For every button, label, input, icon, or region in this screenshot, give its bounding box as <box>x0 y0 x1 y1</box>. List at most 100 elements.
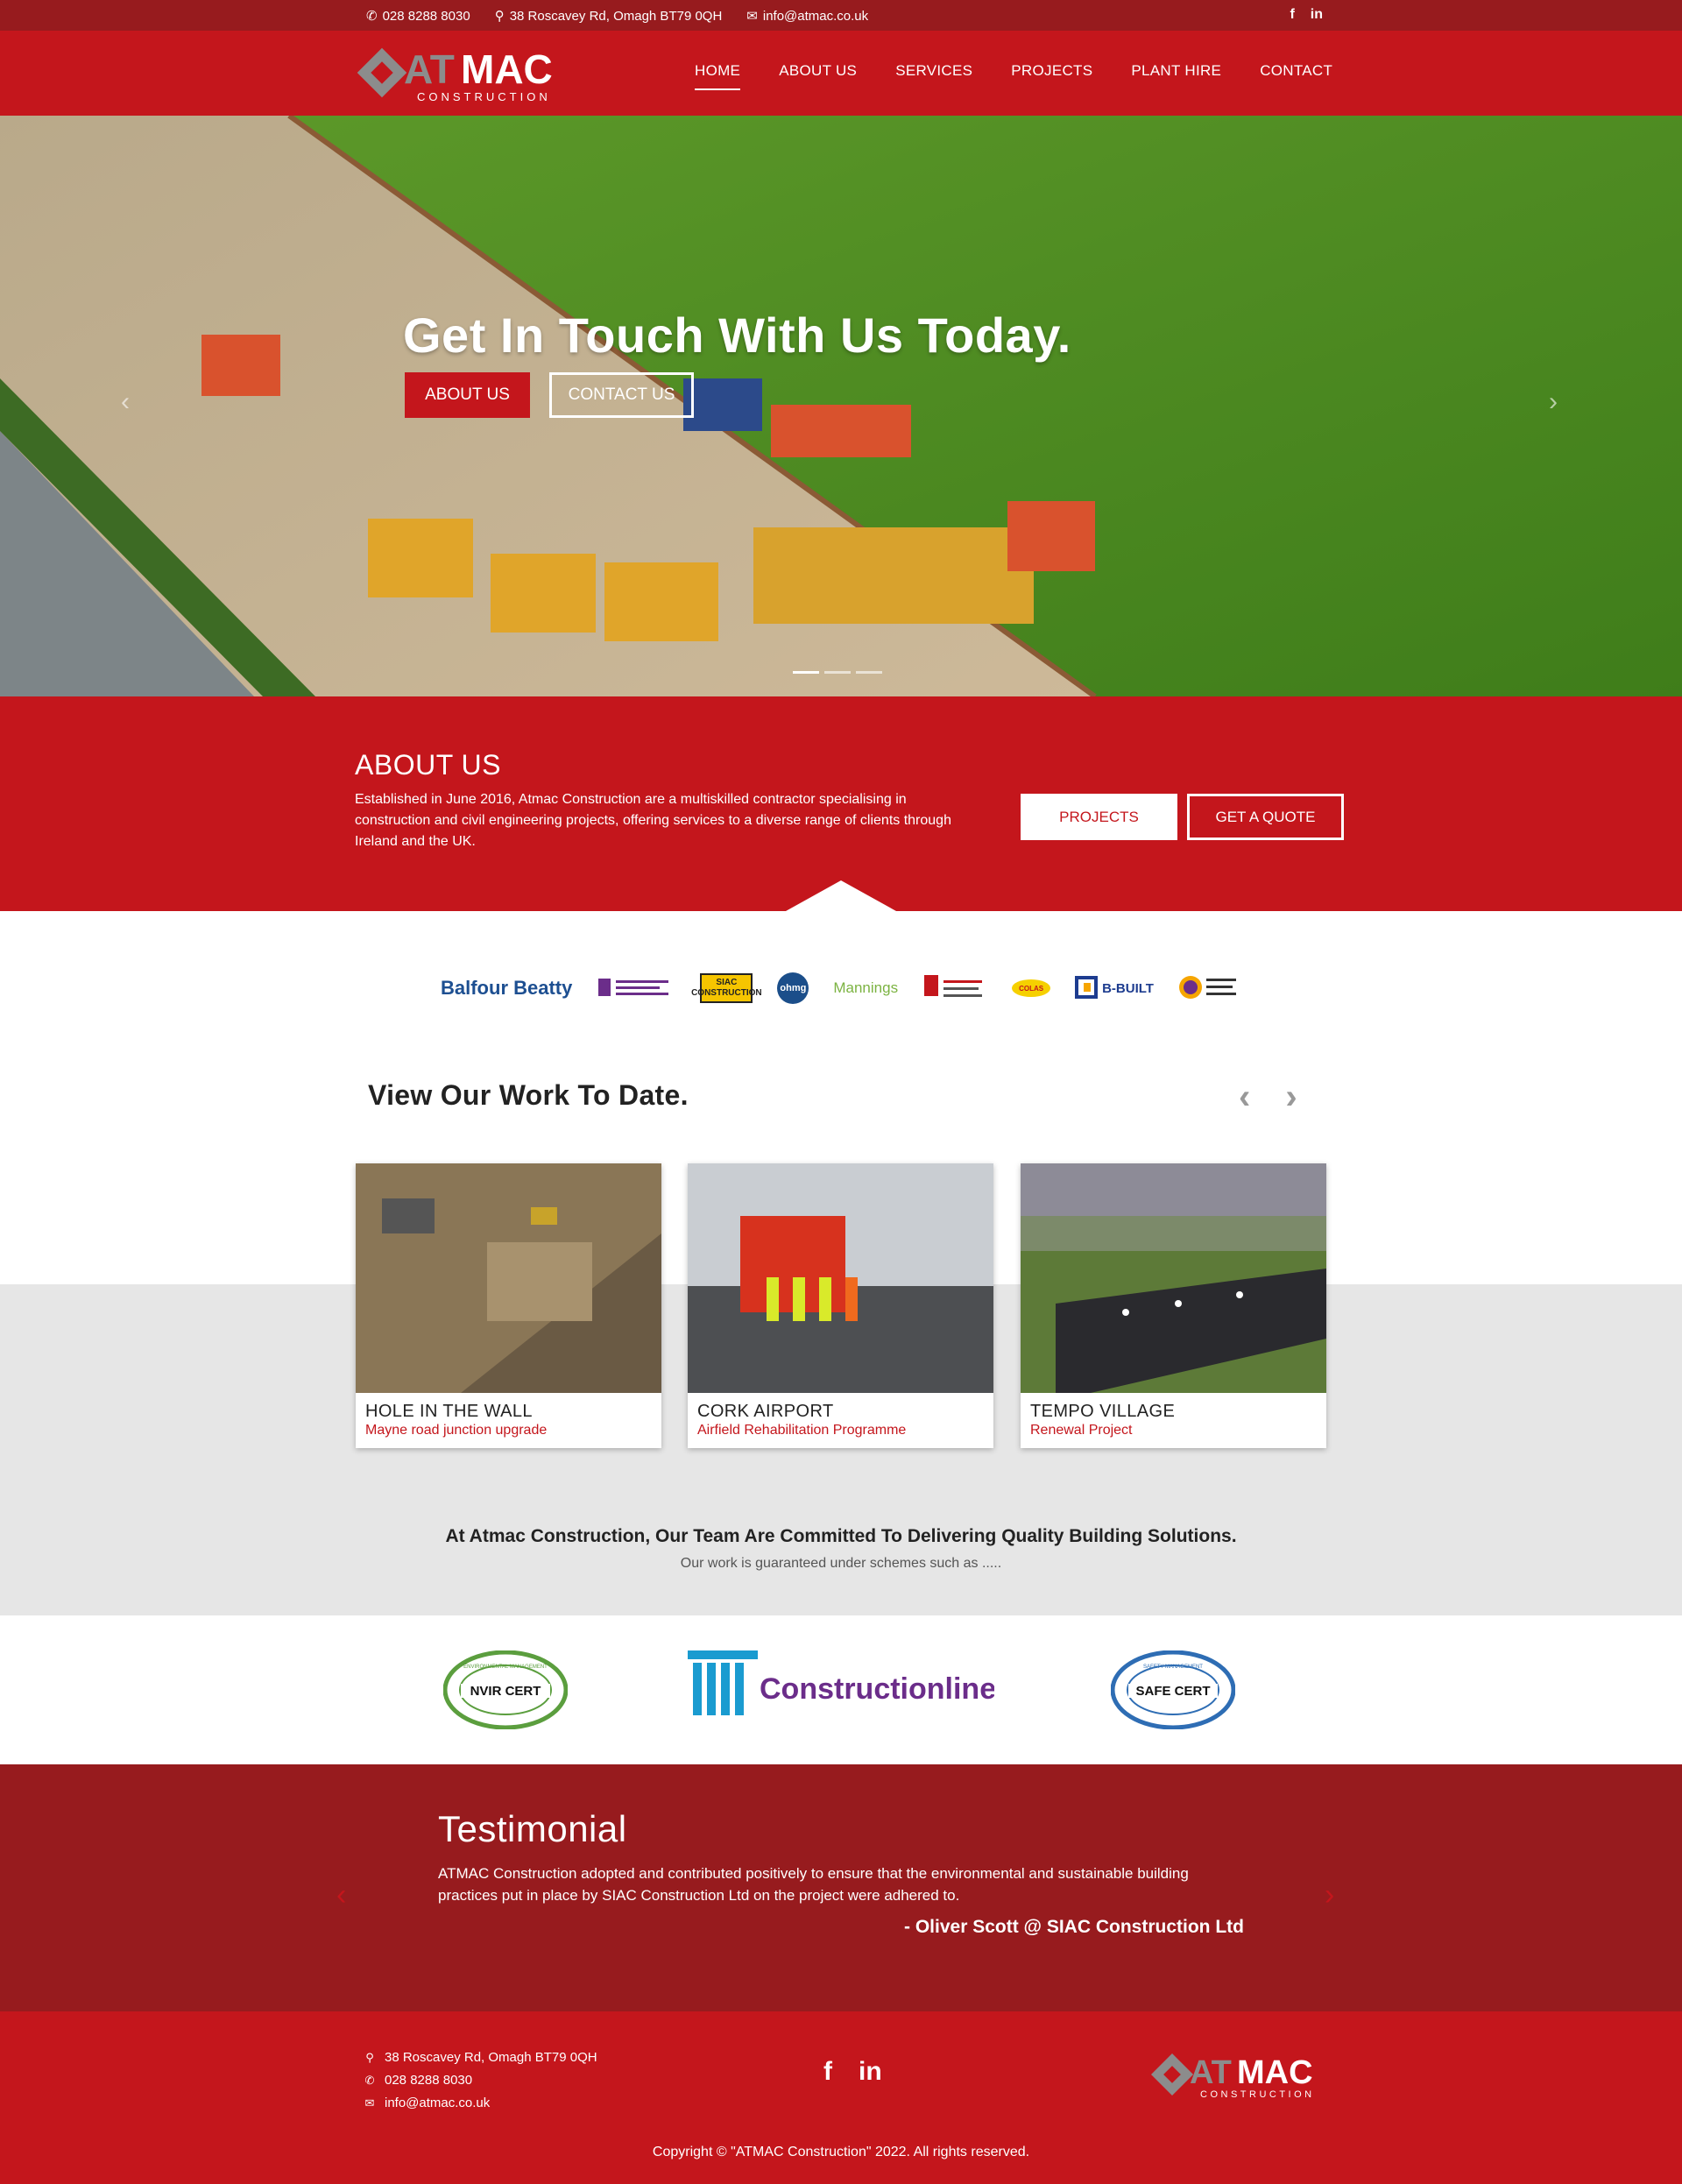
atmac-logo[interactable]: AT MAC CONSTRUCTION <box>356 41 575 104</box>
work-arrows: ‹ › <box>1239 1078 1297 1117</box>
council-logo <box>597 975 675 1001</box>
testimonial-title: Testimonial <box>438 1808 627 1849</box>
hero-next-arrow[interactable]: › <box>1549 387 1558 417</box>
phone-icon: ✆ <box>364 2074 375 2087</box>
footer-phone[interactable]: ✆ 028 8288 8030 <box>364 2069 597 2092</box>
linkedin-icon[interactable]: in <box>859 2057 882 2087</box>
testimonial-next-arrow[interactable]: › <box>1325 1878 1334 1912</box>
logo-text-mac: MAC <box>461 46 553 92</box>
top-bar: ✆ 028 8288 8030 ⚲ 38 Roscavey Rd, Omagh BT… <box>0 0 1682 31</box>
site-footer: ⚲ 38 Roscavey Rd, Omagh BT79 0QH ✆ 028 828… <box>0 2011 1682 2184</box>
get-quote-button[interactable]: GET A QUOTE <box>1187 794 1344 840</box>
linkedin-icon[interactable]: in <box>1311 7 1323 23</box>
projects-button[interactable]: PROJECTS <box>1021 794 1177 840</box>
hero-about-button[interactable]: ABOUT US <box>405 372 530 418</box>
phone-text: 028 8288 8030 <box>382 8 470 24</box>
hero-prev-arrow[interactable]: ‹ <box>121 387 130 417</box>
constructionline-logo: Constructionline <box>688 1650 994 1715</box>
nav-projects[interactable]: PROJECTS <box>1011 62 1092 90</box>
address-item: ⚲ 38 Roscavey Rd, Omagh BT79 0QH <box>494 8 723 25</box>
safecert-logo: SAFETY MANAGEMENT SAFE CERT <box>1111 1650 1235 1729</box>
footer-logo-tagline: CONSTRUCTION <box>1200 2089 1315 2100</box>
section-notch <box>786 880 896 911</box>
phone-icon: ✆ <box>366 9 378 24</box>
footer-address-text: 38 Roscavey Rd, Omagh BT79 0QH <box>385 2050 597 2065</box>
colas-logo: COLAS <box>1012 979 1051 997</box>
site-header: AT MAC CONSTRUCTION HOME ABOUT US SERVIC… <box>0 31 1682 116</box>
email-item[interactable]: ✉ info@atmac.co.uk <box>746 8 869 25</box>
footer-contact: ⚲ 38 Roscavey Rd, Omagh BT79 0QH ✆ 028 828… <box>364 2046 597 2115</box>
about-text: Established in June 2016, Atmac Construc… <box>355 792 951 849</box>
logo-text-at: AT <box>404 46 455 92</box>
balfour-beatty-logo: Balfour Beatty <box>441 977 573 999</box>
footer-address: ⚲ 38 Roscavey Rd, Omagh BT79 0QH <box>364 2046 597 2069</box>
slider-dot[interactable] <box>824 671 851 674</box>
nav-home[interactable]: HOME <box>695 62 741 90</box>
project-card[interactable]: HOLE IN THE WALL Mayne road junction upg… <box>356 1163 661 1448</box>
project-subtitle: Airfield Rehabilitation Programme <box>697 1423 907 1438</box>
project-subtitle: Mayne road junction upgrade <box>365 1423 548 1438</box>
footer-email-text: info@atmac.co.uk <box>385 2096 491 2110</box>
accreditations: ENVIRONMENTAL MANAGEMENT NVIR CERT Const… <box>0 1615 1682 1764</box>
facebook-icon[interactable]: f <box>1290 7 1294 23</box>
testimonial-section: Testimonial ATMAC Construction adopted a… <box>0 1764 1682 2011</box>
footer-logo[interactable]: AT MAC CONSTRUCTION <box>1151 2048 1326 2101</box>
client-logos: Balfour Beatty SIAC CONSTRUCTION ohmg Ma… <box>0 911 1682 1069</box>
project-image <box>688 1163 993 1393</box>
about-section: ABOUT US Established in June 2016, Atmac… <box>0 696 1682 911</box>
hero-contact-button[interactable]: CONTACT US <box>549 372 694 418</box>
commitment-title: At Atmac Construction, Our Team Are Comm… <box>445 1526 1237 1546</box>
slider-dot[interactable] <box>793 671 819 674</box>
mannings-logo: Mannings <box>833 979 899 996</box>
footer-phone-text: 028 8288 8030 <box>385 2073 473 2088</box>
logo-tagline: CONSTRUCTION <box>417 90 551 103</box>
footer-logo-at: AT <box>1190 2054 1232 2091</box>
map-pin-icon: ⚲ <box>494 9 505 24</box>
chevron-right-icon[interactable]: › <box>1285 1078 1297 1117</box>
nav-plant-hire[interactable]: PLANT HIRE <box>1131 62 1221 90</box>
safecert-text: SAFE CERT <box>1135 1684 1210 1699</box>
project-image <box>356 1163 661 1393</box>
about-title: ABOUT US <box>355 749 501 781</box>
project-title: TEMPO VILLAGE <box>1030 1402 1176 1421</box>
footer-email[interactable]: ✉ info@atmac.co.uk <box>364 2092 597 2115</box>
donegal-council-logo <box>922 973 987 1003</box>
work-title: View Our Work To Date. <box>368 1079 689 1111</box>
envelope-icon: ✉ <box>746 9 758 24</box>
copyright: Copyright © "ATMAC Construction" 2022. A… <box>652 2145 1030 2159</box>
footer-social: f in <box>823 2057 882 2087</box>
social-links: f in <box>1290 7 1323 23</box>
project-card[interactable]: CORK AIRPORT Airfield Rehabilitation Pro… <box>688 1163 993 1448</box>
commitment-subtitle: Our work is guaranteed under schemes suc… <box>680 1556 1002 1571</box>
b-built-logo: B-BUILT <box>1075 976 1154 1000</box>
main-nav: HOME ABOUT US SERVICES PROJECTS PLANT HI… <box>695 62 1371 90</box>
address-text: 38 Roscavey Rd, Omagh BT79 0QH <box>509 8 723 24</box>
project-title: CORK AIRPORT <box>697 1402 834 1421</box>
armagh-council-logo <box>1178 973 1240 1003</box>
hero-slider: Get In Touch With Us Today. ABOUT US CON… <box>0 116 1682 696</box>
project-card[interactable]: TEMPO VILLAGE Renewal Project <box>1021 1163 1326 1448</box>
nav-about-us[interactable]: ABOUT US <box>779 62 857 90</box>
contact-info: ✆ 028 8288 8030 ⚲ 38 Roscavey Rd, Omagh BT… <box>366 8 869 25</box>
testimonial-prev-arrow[interactable]: ‹ <box>336 1878 346 1912</box>
hero-title: Get In Touch With Us Today. <box>403 307 1071 363</box>
nav-services[interactable]: SERVICES <box>895 62 972 90</box>
testimonial-author: - Oliver Scott @ SIAC Construction Ltd <box>904 1917 1244 1937</box>
siac-logo: SIAC CONSTRUCTION <box>691 973 762 1003</box>
envelope-icon: ✉ <box>364 2096 375 2110</box>
nav-contact[interactable]: CONTACT <box>1260 62 1332 90</box>
envirocert-logo: ENVIRONMENTAL MANAGEMENT NVIR CERT <box>443 1650 568 1729</box>
b-built-text: B-BUILT <box>1102 980 1154 996</box>
envirocert-text: NVIR CERT <box>470 1684 541 1699</box>
testimonial-quote: ATMAC Construction adopted and contribut… <box>438 1865 1189 1904</box>
project-subtitle: Renewal Project <box>1030 1423 1133 1438</box>
safecert-ring-text: SAFETY MANAGEMENT <box>1143 1665 1203 1670</box>
chevron-left-icon[interactable]: ‹ <box>1239 1078 1250 1117</box>
facebook-icon[interactable]: f <box>823 2057 832 2087</box>
email-text: info@atmac.co.uk <box>762 8 869 24</box>
footer-logo-mac: MAC <box>1237 2054 1313 2091</box>
phone-item[interactable]: ✆ 028 8288 8030 <box>366 8 470 25</box>
envirocert-ring-text: ENVIRONMENTAL MANAGEMENT <box>463 1665 548 1670</box>
slider-dot[interactable] <box>856 671 882 674</box>
slider-dots <box>793 671 882 674</box>
